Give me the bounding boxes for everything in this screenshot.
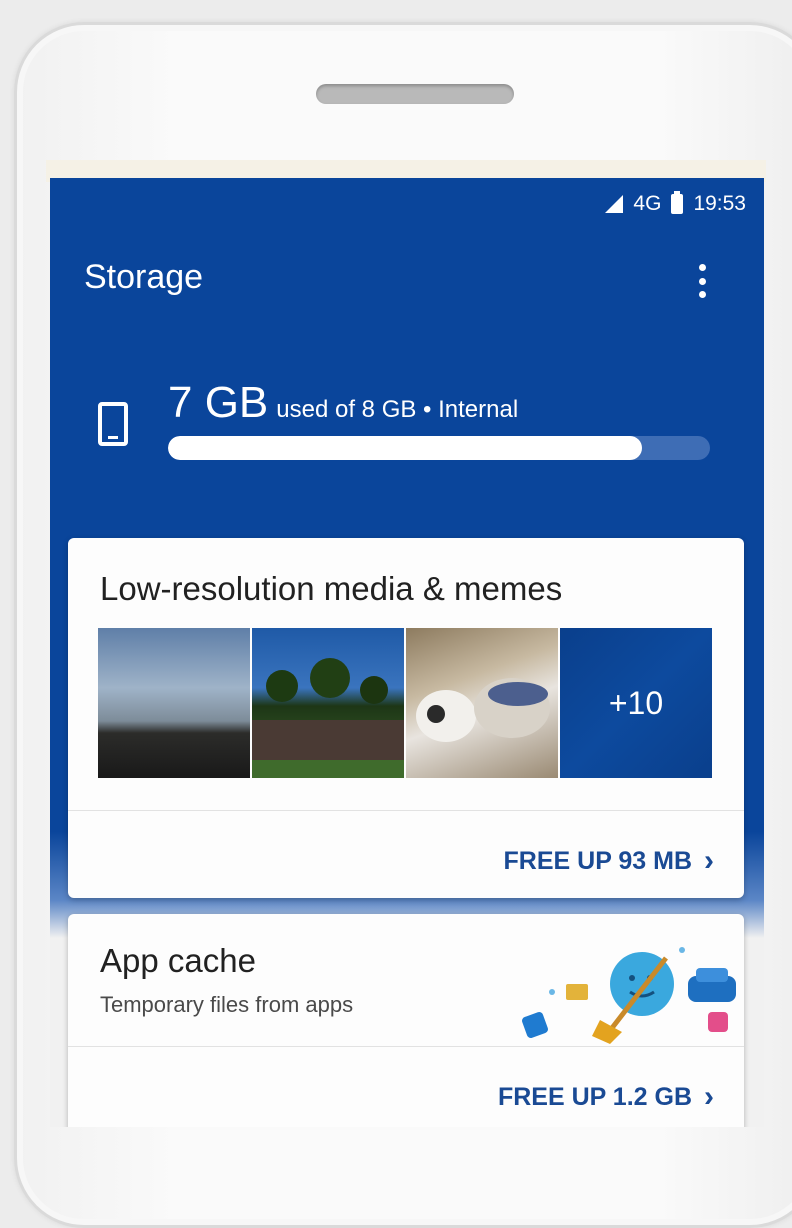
smartphone-icon: [98, 402, 128, 446]
chevron-right-icon: ›: [704, 844, 714, 877]
thumbnail-cats[interactable]: [406, 628, 558, 778]
thumbnail-crowd-park[interactable]: [252, 628, 404, 778]
network-label: 4G: [633, 192, 662, 215]
low-res-media-card[interactable]: Low-resolution media & memes +10 FREE UP…: [68, 538, 744, 898]
battery-icon: [671, 191, 684, 214]
storage-progress-bar: [168, 436, 710, 460]
free-up-media-button[interactable]: FREE UP 93 MB ›: [504, 844, 714, 878]
card-divider: [68, 810, 744, 811]
cleaning-illustration-icon: [522, 947, 736, 1044]
clock: 19:53: [693, 192, 746, 215]
card-divider: [68, 1046, 744, 1047]
card-subtitle-app-cache: Temporary files from apps: [100, 992, 354, 1017]
storage-used-value: 7 GB: [168, 378, 269, 427]
free-up-cache-label: FREE UP 1.2 GB: [497, 1082, 692, 1111]
thumbnail-beach[interactable]: [98, 628, 250, 778]
free-up-media-label: FREE UP 93 MB: [503, 846, 692, 875]
storage-used-detail: used of 8 GB • Internal: [276, 396, 519, 423]
chevron-right-icon: ›: [704, 1080, 714, 1113]
app-screen: 4G 19:53 Storage 7 GB used of 8 GB • Inte…: [50, 178, 764, 1127]
free-up-cache-button[interactable]: FREE UP 1.2 GB ›: [498, 1080, 714, 1114]
app-cache-card[interactable]: App cache Temporary files from apps FREE…: [68, 914, 744, 1127]
storage-usage: 7 GB used of 8 GB • Internal: [168, 378, 518, 428]
more-thumbnails-tile[interactable]: +10: [560, 628, 712, 778]
more-vert-icon[interactable]: [692, 264, 712, 298]
phone-speaker: [316, 84, 514, 104]
media-thumbnails: +10: [98, 628, 712, 778]
status-bar: 4G 19:53: [605, 191, 746, 216]
card-title-app-cache: App cache: [100, 942, 256, 979]
page-title: Storage: [84, 258, 204, 296]
card-title-low-res: Low-resolution media & memes: [100, 570, 563, 607]
signal-icon: [605, 195, 624, 213]
storage-progress-fill: [168, 436, 643, 460]
